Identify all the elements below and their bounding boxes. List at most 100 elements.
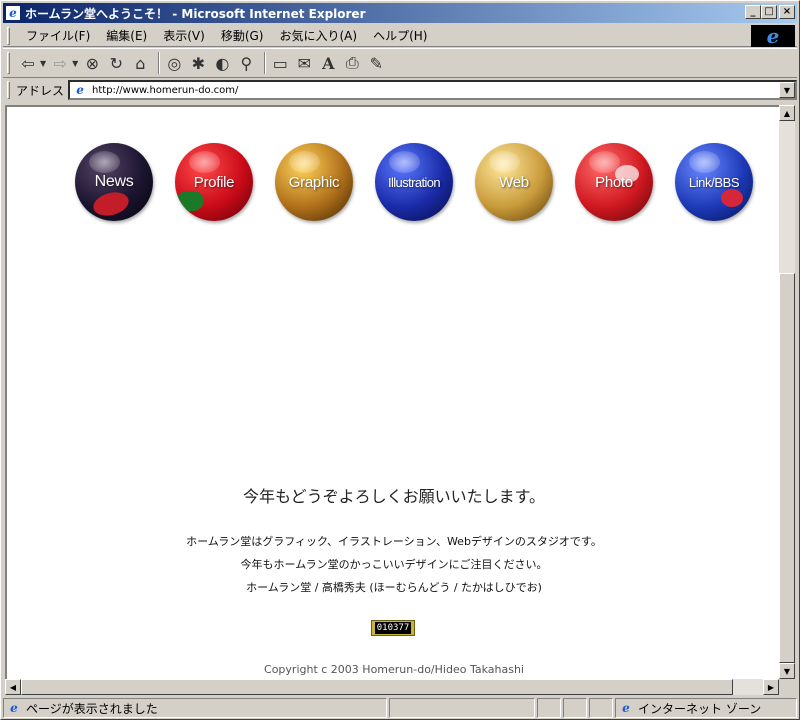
menu-favorites[interactable]: お気に入り(A) [271,27,365,44]
favorites-button[interactable]: ✱ [188,51,208,75]
standard-toolbar: ⇦ ▼ ⇨ ▼ ⊗ ↻ ⌂ ◎ ✱ ◐ ⚲ ▭ ✉ A ⎙ ✎ [3,48,797,78]
chevron-up-icon: ▲ [783,108,791,118]
intro-text: 今年もホームラン堂のかっこいいデザインにご注目ください。 [240,558,548,571]
history-button[interactable]: ◐ [212,51,232,75]
favorites-icon: ✱ [191,53,206,73]
menu-grip[interactable] [7,26,10,45]
scrollbar-corner [779,679,795,695]
history-icon: ◐ [215,53,230,73]
nav-profile-link[interactable]: Profile [175,143,253,221]
horizontal-scroll-thumb[interactable] [21,679,733,695]
channels-button[interactable]: ⚲ [236,51,256,75]
vertical-scrollbar[interactable]: ▲ ▼ [779,105,795,679]
counter-value: 010377 [374,622,412,634]
scroll-down-button[interactable]: ▼ [779,663,795,679]
font-button[interactable]: A [318,51,338,75]
chevron-down-icon: ▼ [40,58,47,68]
nav-photo-link[interactable]: Photo [575,143,653,221]
address-url[interactable]: http://www.homerun-do.com/ [92,85,238,96]
menu-go[interactable]: 移動(G) [213,27,272,44]
print-button[interactable]: ⎙ [342,51,362,75]
intro-text: ホームラン堂はグラフィック、イラストレーション、Webデザインのスタジオです。 [186,535,602,548]
status-pane [563,698,587,718]
browser-window: e ホームラン堂へようこそ！ - Microsoft Internet Expl… [0,0,800,720]
forward-icon: ⇨ [53,53,67,73]
nav-link-bbs-link[interactable]: Link/BBS [675,143,753,221]
chevron-down-icon: ▼ [783,666,791,676]
nav-illustration-link[interactable]: Illustration [375,143,453,221]
nav-label: Graphic [288,173,340,191]
close-button[interactable]: × [779,5,795,19]
address-dropdown-button[interactable]: ▼ [779,82,795,98]
author-text: ホームラン堂 / 高橋秀夫 (ほーむらんどう / たかはしひでお) [246,581,542,594]
toolbar-grip[interactable] [7,52,10,74]
scroll-up-button[interactable]: ▲ [779,105,795,121]
pattern-patch [177,191,203,211]
chevron-down-icon: ▼ [783,85,791,95]
stop-button[interactable]: ⊗ [82,51,102,75]
minimize-button[interactable]: _ [745,5,761,19]
font-icon: A [322,53,335,73]
nav-label: Photo [595,173,633,191]
channels-icon: ⚲ [240,53,253,73]
home-button[interactable]: ⌂ [130,51,150,75]
menu-view[interactable]: 表示(V) [155,27,213,44]
maximize-button[interactable]: □ [761,5,777,19]
horizontal-scrollbar[interactable]: ◀ ▶ [5,679,779,695]
scroll-left-button[interactable]: ◀ [5,679,21,695]
window-controls: _ □ × [745,5,795,19]
nav-balls: News Profile Graphic Illustration Web Ph… [75,143,753,221]
page-icon: e [76,83,84,97]
nav-label: News [94,173,134,190]
stop-icon: ⊗ [85,53,100,73]
edit-icon: ✎ [369,53,384,73]
print-icon: ⎙ [345,53,359,72]
address-grip[interactable] [7,81,10,99]
search-button[interactable]: ◎ [164,51,184,75]
edit-button[interactable]: ✎ [366,51,386,75]
flower-pattern [90,188,132,220]
menu-edit[interactable]: 編集(E) [98,27,155,44]
page-icon: e [10,701,18,715]
toolbar-separator [158,52,161,74]
scroll-right-button[interactable]: ▶ [763,679,779,695]
status-main: e ページが表示されました [3,698,387,718]
chevron-left-icon: ◀ [9,682,17,692]
address-bar: アドレス e http://www.homerun-do.com/ ▼ [3,79,797,101]
zone-text: インターネット ゾーン [638,701,762,716]
access-counter: 010377 [371,620,415,636]
window-title: ホームラン堂へようこそ！ - Microsoft Internet Explor… [25,6,366,21]
status-pane [537,698,561,718]
fullscreen-icon: ▭ [272,53,288,73]
refresh-button[interactable]: ↻ [106,51,126,75]
nav-web-link[interactable]: Web [475,143,553,221]
internet-zone-icon: e [622,701,630,715]
nav-news-link[interactable]: News [75,143,153,221]
chevron-down-icon: ▼ [72,58,79,68]
status-bar: e ページが表示されました e インターネット ゾーン [3,698,797,718]
address-input[interactable]: e http://www.homerun-do.com/ ▼ [68,80,797,100]
back-button[interactable]: ⇦ ▼ [18,51,46,75]
back-icon: ⇦ [21,53,35,73]
title-bar[interactable]: e ホームラン堂へようこそ！ - Microsoft Internet Expl… [3,3,797,23]
ie-throbber-icon: e [751,24,795,48]
menu-file[interactable]: ファイル(F) [18,27,98,44]
ie-icon: e [5,5,21,21]
pattern-patch [721,189,743,207]
fullscreen-button[interactable]: ▭ [270,51,290,75]
nav-label: Web [499,173,529,191]
status-pane [589,698,613,718]
mail-button[interactable]: ✉ [294,51,314,75]
refresh-icon: ↻ [109,53,124,73]
nav-label: Link/BBS [688,174,740,190]
nav-graphic-link[interactable]: Graphic [275,143,353,221]
forward-button[interactable]: ⇨ ▼ [50,51,78,75]
menu-bar: ファイル(F) 編集(E) 表示(V) 移動(G) お気に入り(A) ヘルプ(H… [3,24,797,48]
address-label: アドレス [16,83,65,98]
mail-icon: ✉ [297,53,312,73]
vertical-scroll-thumb[interactable] [779,273,795,663]
nav-label: Illustration [387,174,441,190]
chevron-right-icon: ▶ [767,682,775,692]
menu-help[interactable]: ヘルプ(H) [365,27,435,44]
status-pane [389,698,535,718]
